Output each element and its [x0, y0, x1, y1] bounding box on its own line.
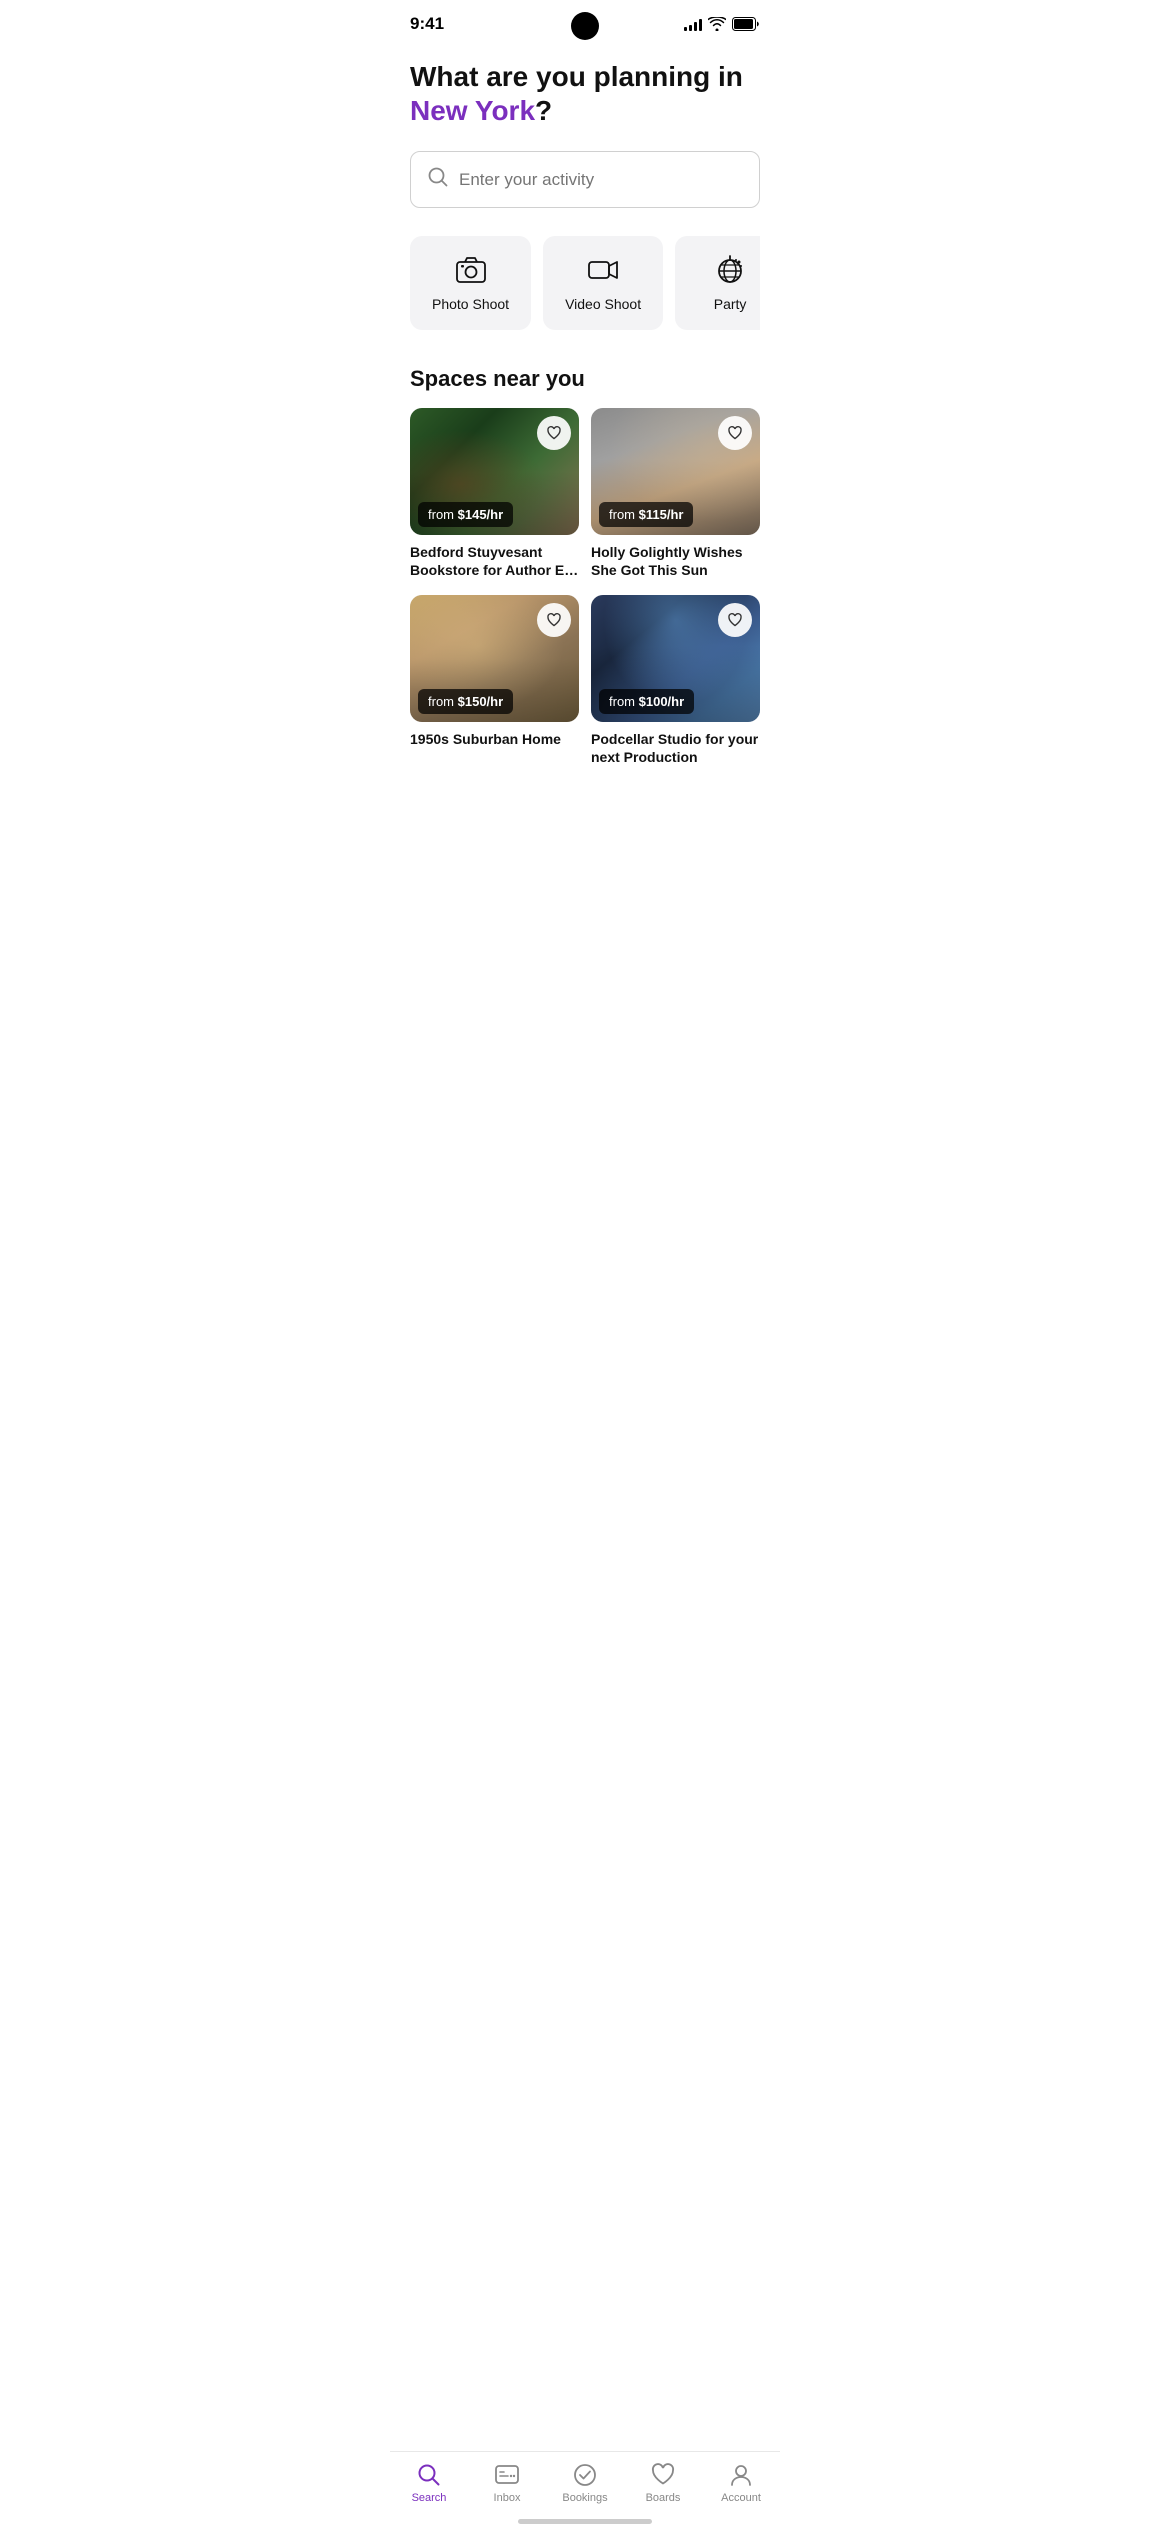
nav-account-icon: [728, 2462, 754, 2488]
heart-icon: [546, 612, 562, 628]
nav-item-search[interactable]: Search: [399, 2462, 459, 2504]
search-icon: [427, 166, 449, 193]
heart-icon: [727, 612, 743, 628]
nav-item-inbox[interactable]: Inbox: [477, 2462, 537, 2504]
price-badge-bedford: from $145/hr: [418, 502, 513, 527]
heart-button-holly[interactable]: [718, 416, 752, 450]
category-label-video-shoot: Video Shoot: [565, 296, 641, 312]
nav-bookings-icon: [572, 2462, 598, 2488]
space-card-suburban[interactable]: from $150/hr 1950s Suburban Home: [410, 595, 579, 766]
heading-line2: New York?: [410, 94, 760, 128]
status-icons: [684, 17, 760, 31]
space-image-wrap-podcellar: from $100/hr: [591, 595, 760, 722]
price-podcellar: $100/hr: [639, 694, 685, 709]
price-badge-holly: from $115/hr: [599, 502, 693, 527]
nav-label-search: Search: [412, 2492, 447, 2504]
price-bedford: $145/hr: [458, 507, 504, 522]
nav-label-inbox: Inbox: [494, 2492, 521, 2504]
nav-label-account: Account: [721, 2492, 761, 2504]
signal-icon: [684, 17, 702, 31]
price-suburban: $150/hr: [458, 694, 504, 709]
space-image-wrap-suburban: from $150/hr: [410, 595, 579, 722]
nav-item-bookings[interactable]: Bookings: [555, 2462, 615, 2504]
status-bar: 9:41: [390, 0, 780, 40]
space-image-wrap-holly: from $115/hr: [591, 408, 760, 535]
search-bar[interactable]: [410, 151, 760, 208]
nav-label-boards: Boards: [646, 2492, 681, 2504]
battery-icon: [732, 17, 760, 31]
categories-scroll: Photo Shoot Video Shoot Party: [410, 236, 760, 334]
space-name-podcellar: Podcellar Studio for your next Productio…: [591, 730, 760, 766]
space-name-holly: Holly Golightly Wishes She Got This Sun: [591, 543, 760, 579]
category-label-party: Party: [714, 296, 747, 312]
main-content: What are you planning in New York? Photo…: [390, 40, 780, 866]
price-badge-podcellar: from $100/hr: [599, 689, 694, 714]
space-image-wrap-bedford: from $145/hr: [410, 408, 579, 535]
price-holly: $115/hr: [639, 507, 684, 522]
category-label-photo-shoot: Photo Shoot: [432, 296, 509, 312]
nav-inbox-icon: [494, 2462, 520, 2488]
nav-label-bookings: Bookings: [562, 2492, 607, 2504]
heart-icon: [546, 425, 562, 441]
nav-item-boards[interactable]: Boards: [633, 2462, 693, 2504]
home-indicator: [518, 2519, 652, 2524]
heart-button-bedford[interactable]: [537, 416, 571, 450]
spaces-section-title: Spaces near you: [410, 366, 760, 392]
spaces-grid: from $145/hr Bedford Stuyvesant Bookstor…: [410, 408, 760, 766]
heading-line1: What are you planning in: [410, 60, 760, 94]
status-time: 9:41: [410, 14, 444, 34]
nav-search-icon: [416, 2462, 442, 2488]
heading-section: What are you planning in New York?: [410, 60, 760, 127]
category-chip-party[interactable]: Party: [675, 236, 760, 330]
space-name-suburban: 1950s Suburban Home: [410, 730, 579, 748]
camera-icon: [455, 254, 487, 286]
space-card-bedford[interactable]: from $145/hr Bedford Stuyvesant Bookstor…: [410, 408, 579, 579]
space-name-bedford: Bedford Stuyvesant Bookstore for Author …: [410, 543, 579, 579]
space-card-podcellar[interactable]: from $100/hr Podcellar Studio for your n…: [591, 595, 760, 766]
heart-icon: [727, 425, 743, 441]
video-camera-icon: [587, 254, 619, 286]
dynamic-island: [571, 12, 599, 40]
space-card-holly[interactable]: from $115/hr Holly Golightly Wishes She …: [591, 408, 760, 579]
category-chip-video-shoot[interactable]: Video Shoot: [543, 236, 663, 330]
heading-city: New York: [410, 95, 535, 126]
category-chip-photo-shoot[interactable]: Photo Shoot: [410, 236, 531, 330]
nav-item-account[interactable]: Account: [711, 2462, 771, 2504]
disco-ball-icon: [714, 254, 746, 286]
nav-boards-icon: [650, 2462, 676, 2488]
heading-question-mark: ?: [535, 95, 552, 126]
search-input[interactable]: [459, 170, 743, 190]
wifi-icon: [708, 17, 726, 31]
price-badge-suburban: from $150/hr: [418, 689, 513, 714]
